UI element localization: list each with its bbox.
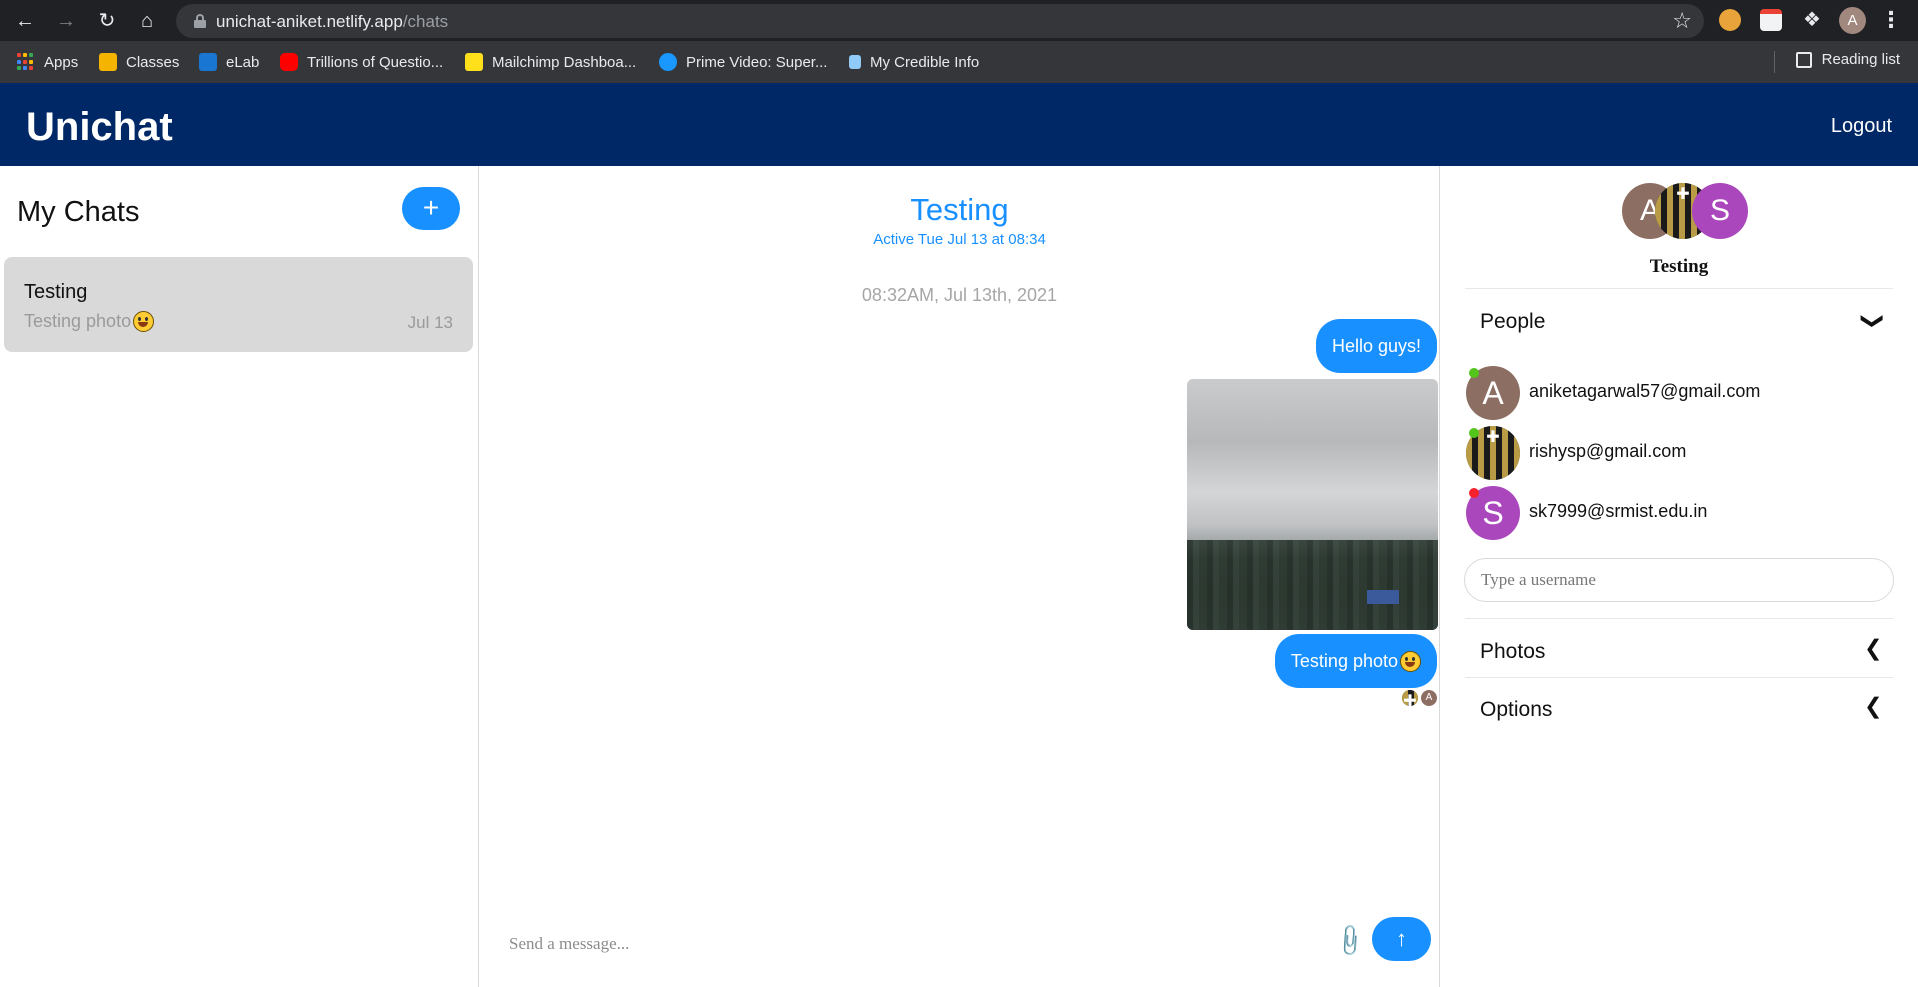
bookmark-label: Prime Video: Super...: [686, 53, 828, 71]
apps-grid-icon: [17, 53, 35, 71]
read-receipt-avatar: [1402, 690, 1418, 706]
send-button[interactable]: ↑: [1372, 917, 1431, 961]
person-row[interactable]: S sk7999@srmist.edu.in: [1466, 486, 1886, 540]
bookmark-label: Classes: [126, 53, 180, 71]
home-icon[interactable]: ⌂: [134, 8, 160, 34]
read-receipt-avatar: A: [1421, 690, 1437, 706]
reload-icon[interactable]: ↻: [94, 8, 120, 34]
bookmark-label: eLab: [226, 53, 260, 71]
bookmark-credible[interactable]: My Credible Info: [849, 51, 979, 73]
address-bar[interactable]: unichat-aniket.netlify.app/chats ☆: [176, 4, 1704, 38]
message-text: Hello guys!: [1331, 336, 1421, 356]
chat-list-title: My Chats: [17, 196, 140, 228]
elab-icon: [199, 53, 217, 71]
online-status-dot: [1469, 368, 1479, 378]
back-arrow-icon[interactable]: ←: [12, 8, 38, 34]
chevron-left-icon[interactable]: ❯: [1864, 638, 1882, 664]
username-search-input[interactable]: [1464, 558, 1894, 602]
chat-card[interactable]: Testing Testing photo Jul 13: [4, 257, 473, 352]
message-timestamp: 08:32AM, Jul 13th, 2021: [861, 285, 1058, 305]
bookmark-mailchimp[interactable]: Mailchimp Dashboa...: [465, 51, 636, 73]
reading-list-button[interactable]: Reading list: [1795, 51, 1900, 68]
plus-icon: +: [422, 192, 440, 223]
bookmark-label: Apps: [44, 53, 79, 71]
chat-card-date: Jul 13: [407, 313, 453, 332]
divider: [1465, 677, 1893, 678]
person-email: aniketagarwal57@gmail.com: [1529, 381, 1761, 401]
chat-settings-panel: A S Testing People ❯ A aniketagarwal57@g…: [1440, 166, 1918, 987]
extensions-puzzle-icon[interactable]: ❖: [1801, 9, 1823, 31]
divider: [1465, 618, 1893, 619]
bookmark-label: Mailchimp Dashboa...: [492, 53, 637, 71]
forward-arrow-icon[interactable]: →: [53, 8, 79, 34]
photo-building: [1367, 590, 1399, 604]
classroom-icon: [99, 53, 117, 71]
url-text[interactable]: unichat-aniket.netlify.app/chats: [216, 12, 448, 32]
chat-feed: Testing Active Tue Jul 13 at 08:34 08:32…: [479, 166, 1440, 987]
chat-active-status: Active Tue Jul 13 at 08:34: [873, 231, 1046, 248]
arrow-up-icon: ↑: [1396, 926, 1407, 951]
options-section-header[interactable]: Options: [1480, 698, 1552, 722]
online-status-dot: [1469, 428, 1479, 438]
browser-toolbar: ← → ↻ ⌂ unichat-aniket.netlify.app/chats…: [0, 0, 1918, 41]
message-input[interactable]: [509, 934, 1309, 954]
group-avatars: A S: [1622, 183, 1748, 239]
bookmark-label: My Credible Info: [870, 53, 980, 71]
bookmark-prime-video[interactable]: Prime Video: Super...: [659, 51, 827, 73]
calendar-extension-icon[interactable]: [1760, 9, 1782, 31]
bookmarks-divider: [1774, 51, 1775, 73]
chat-card-preview: Testing photo: [24, 311, 155, 332]
read-receipts: A: [1402, 690, 1437, 706]
paperclip-icon[interactable]: 📎: [1331, 922, 1369, 960]
prime-video-icon: [659, 53, 677, 71]
extension-icon[interactable]: [1719, 9, 1741, 31]
photos-section-header[interactable]: Photos: [1480, 640, 1545, 664]
lock-icon: [194, 14, 206, 28]
chevron-left-icon[interactable]: ❯: [1864, 696, 1882, 722]
message-bubble: Testing photo: [1274, 634, 1437, 688]
person-row[interactable]: A aniketagarwal57@gmail.com: [1466, 366, 1886, 420]
bookmark-apps[interactable]: Apps: [17, 51, 78, 73]
people-section-header[interactable]: People: [1480, 310, 1545, 334]
credible-icon: [849, 55, 861, 69]
chat-card-title: Testing: [24, 281, 88, 303]
message-bubble: Hello guys!: [1315, 319, 1437, 373]
chat-title: Testing: [910, 192, 1009, 227]
photo-trees: [1187, 540, 1438, 630]
url-host: unichat-aniket.netlify.app: [216, 12, 403, 31]
smiley-emoji-icon: [1400, 650, 1421, 672]
bookmarks-bar: Apps Classes eLab Trillions of Questio..…: [0, 41, 1918, 83]
bookmark-trillions[interactable]: Trillions of Questio...: [280, 51, 443, 73]
offline-status-dot: [1469, 488, 1479, 498]
url-path: /chats: [402, 12, 449, 31]
message-photo[interactable]: [1187, 379, 1438, 630]
chat-list-panel: My Chats + Testing Testing photo Jul 13: [0, 166, 479, 987]
bookmark-label: Trillions of Questio...: [307, 53, 444, 71]
app-header: Unichat Logout: [0, 83, 1918, 166]
logout-button[interactable]: Logout: [1831, 115, 1892, 138]
person-email: rishysp@gmail.com: [1529, 441, 1687, 461]
person-email: sk7999@srmist.edu.in: [1529, 501, 1708, 521]
chevron-down-icon[interactable]: ❯: [1860, 312, 1886, 330]
bookmark-elab[interactable]: eLab: [199, 51, 259, 73]
youtube-icon: [280, 53, 298, 71]
chat-card-preview-text: Testing photo: [24, 311, 132, 331]
profile-avatar[interactable]: A: [1839, 7, 1866, 34]
new-chat-button[interactable]: +: [402, 187, 460, 230]
divider: [1465, 288, 1893, 289]
brand-logo: Unichat: [26, 105, 173, 149]
group-name: Testing: [1649, 256, 1709, 277]
person-row[interactable]: rishysp@gmail.com: [1466, 426, 1886, 480]
avatar: S: [1692, 183, 1748, 239]
bookmark-star-icon[interactable]: ☆: [1672, 8, 1692, 34]
bookmark-classes[interactable]: Classes: [99, 51, 179, 73]
message-text: Testing photo: [1290, 651, 1398, 671]
browser-menu-icon[interactable]: ⋮: [1880, 6, 1902, 34]
reading-list-label: Reading list: [1821, 51, 1900, 68]
reading-list-icon: [1795, 51, 1812, 68]
smiley-emoji-icon: [133, 311, 155, 332]
mailchimp-icon: [465, 53, 483, 71]
